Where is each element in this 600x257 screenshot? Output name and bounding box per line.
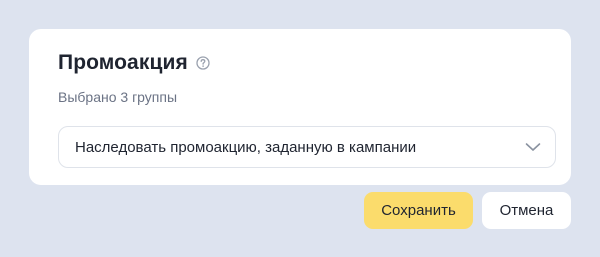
promo-dialog-card: Промоакция Выбрано 3 группы Наследовать … [29,29,571,185]
selected-groups-count: Выбрано 3 группы [58,89,178,105]
title-row: Промоакция [58,51,210,75]
promo-select[interactable]: Наследовать промоакцию, заданную в кампа… [58,126,556,168]
dialog-title: Промоакция [58,51,188,74]
question-circle-icon[interactable] [196,56,210,70]
chevron-down-icon [525,142,541,152]
save-button[interactable]: Сохранить [364,192,473,229]
promo-select-value: Наследовать промоакцию, заданную в кампа… [75,138,417,156]
cancel-button[interactable]: Отмена [482,192,571,229]
